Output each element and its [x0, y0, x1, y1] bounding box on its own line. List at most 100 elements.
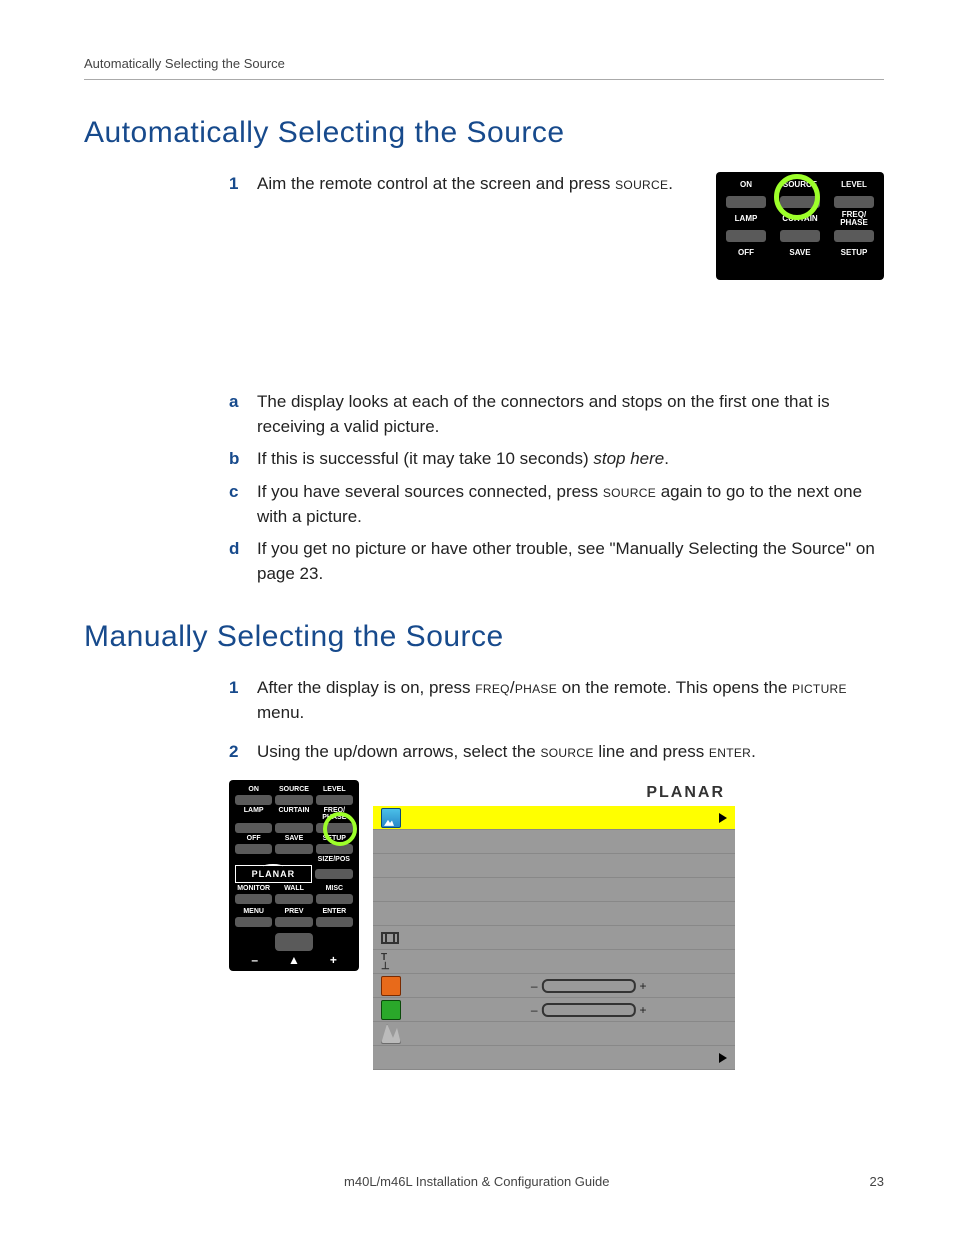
step-marker: 2 — [229, 740, 238, 765]
step-marker: 1 — [229, 172, 238, 197]
key-source: source — [603, 482, 656, 501]
substep-a: a The display looks at each of the conne… — [229, 390, 884, 439]
substep-text: If you get no picture or have other trou… — [257, 539, 875, 583]
osd-brand: PLANAR — [373, 780, 735, 806]
remote-label-prev: PREV — [275, 908, 312, 915]
osd-row — [373, 926, 735, 950]
remote-button — [316, 795, 353, 805]
substep-marker: d — [229, 537, 239, 562]
key-source: source — [540, 742, 593, 761]
remote-button — [726, 196, 766, 208]
step-text: on the remote. This opens the — [557, 678, 792, 697]
slider: – + — [531, 1003, 647, 1017]
footer-title: m40L/m46L Installation & Configuration G… — [344, 1174, 609, 1189]
remote-figure-large: ON SOURCE LEVEL LAMP CURTAIN FREQ/ PHASE — [229, 780, 359, 971]
remote-button — [316, 844, 353, 854]
remote-button — [315, 869, 353, 879]
remote-label-save: SAVE — [776, 249, 824, 257]
substep-marker: a — [229, 390, 238, 415]
key-enter: enter — [709, 742, 751, 761]
substep-italic: stop here — [593, 449, 664, 468]
osd-row: – + — [373, 974, 735, 998]
osd-row — [373, 902, 735, 926]
remote-label-freqphase: FREQ/ PHASE — [830, 211, 878, 227]
remote-button — [275, 917, 312, 927]
page-number: 23 — [870, 1174, 884, 1189]
remote-button — [235, 917, 272, 927]
key-source: source — [615, 174, 668, 193]
remote-button — [316, 917, 353, 927]
width-icon — [381, 932, 399, 944]
contrast-icon — [381, 1000, 401, 1020]
substep-b: b If this is successful (it may take 10 … — [229, 447, 884, 472]
remote-button — [235, 823, 272, 833]
remote-label-misc: MISC — [316, 885, 353, 892]
osd-row — [373, 830, 735, 854]
height-icon: T⊥ — [381, 953, 390, 971]
substep-marker: c — [229, 480, 238, 505]
remote-button — [235, 844, 272, 854]
remote-label-menu: MENU — [235, 908, 272, 915]
remote-button — [834, 230, 874, 242]
key-picture: picture — [792, 678, 847, 697]
chevron-right-icon — [719, 813, 727, 823]
remote-label-monitor: MONITOR — [235, 885, 272, 892]
picture-icon — [381, 808, 401, 828]
step-text: Using the up/down arrows, select the — [257, 742, 540, 761]
remote-label-curtain: CURTAIN — [275, 807, 312, 821]
remote-label-lamp: LAMP — [235, 807, 272, 821]
remote-brand: PLANAR — [235, 865, 312, 883]
substep-text: If this is successful (it may take 10 se… — [257, 449, 593, 468]
osd-row-selected — [373, 806, 735, 830]
key-freqphase: freq/phase — [475, 678, 557, 697]
figure-row: ON SOURCE LEVEL LAMP CURTAIN FREQ/ PHASE — [229, 780, 884, 1070]
remote-button — [316, 894, 353, 904]
step-text: After the display is on, press — [257, 678, 475, 697]
brightness-icon — [381, 976, 401, 996]
manual-select-body: 1 After the display is on, press freq/ph… — [229, 676, 884, 1070]
remote-button — [235, 894, 272, 904]
step-text: . — [668, 174, 673, 193]
sharpness-icon — [381, 1024, 401, 1044]
remote-button — [275, 894, 312, 904]
remote-label-on: ON — [235, 786, 272, 793]
remote-label-setup: SETUP — [830, 249, 878, 257]
remote-label-enter: ENTER — [316, 908, 353, 915]
remote-label-plus: + — [314, 953, 353, 967]
remote-button — [235, 795, 272, 805]
osd-row — [373, 878, 735, 902]
step-text: line and press — [594, 742, 709, 761]
step-marker: 1 — [229, 676, 238, 701]
substep-c: c If you have several sources connected,… — [229, 480, 884, 529]
remote-button — [780, 230, 820, 242]
remote-label-curtain: CURTAIN — [776, 215, 824, 223]
step-text: menu. — [257, 703, 304, 722]
osd-row — [373, 1046, 735, 1070]
up-arrow-icon: ▲ — [274, 953, 313, 967]
heading-manual-select: Manually Selecting the Source — [84, 620, 884, 654]
remote-label-sizepos: SIZE/POS — [315, 856, 353, 863]
running-head: Automatically Selecting the Source — [84, 56, 884, 80]
manual-step-2: 2 Using the up/down arrows, select the s… — [229, 740, 884, 765]
step-text: Aim the remote control at the screen and… — [257, 174, 615, 193]
osd-row: T⊥ — [373, 950, 735, 974]
remote-label-level: LEVEL — [316, 786, 353, 793]
remote-label-off: OFF — [235, 835, 272, 842]
substep-d: d If you get no picture or have other tr… — [229, 537, 884, 586]
auto-select-body: ON SOURCE LEVEL LAMP CURTAIN FREQ/ PHASE… — [229, 172, 884, 586]
step-text: . — [751, 742, 756, 761]
remote-label-wall: WALL — [275, 885, 312, 892]
remote-label-source: SOURCE — [275, 786, 312, 793]
substep-text: . — [664, 449, 669, 468]
page-footer: m40L/m46L Installation & Configuration G… — [0, 1174, 954, 1189]
osd-menu: PLANAR T⊥ – + — [373, 780, 735, 1070]
heading-auto-select: Automatically Selecting the Source — [84, 116, 884, 150]
remote-label-save: SAVE — [275, 835, 312, 842]
remote-label-minus: – — [235, 953, 274, 967]
remote-button — [275, 844, 312, 854]
remote-label-lamp: LAMP — [722, 215, 770, 223]
osd-row — [373, 1022, 735, 1046]
step-1: 1 Aim the remote control at the screen a… — [229, 172, 884, 197]
chevron-right-icon — [719, 1053, 727, 1063]
manual-step-1: 1 After the display is on, press freq/ph… — [229, 676, 884, 725]
